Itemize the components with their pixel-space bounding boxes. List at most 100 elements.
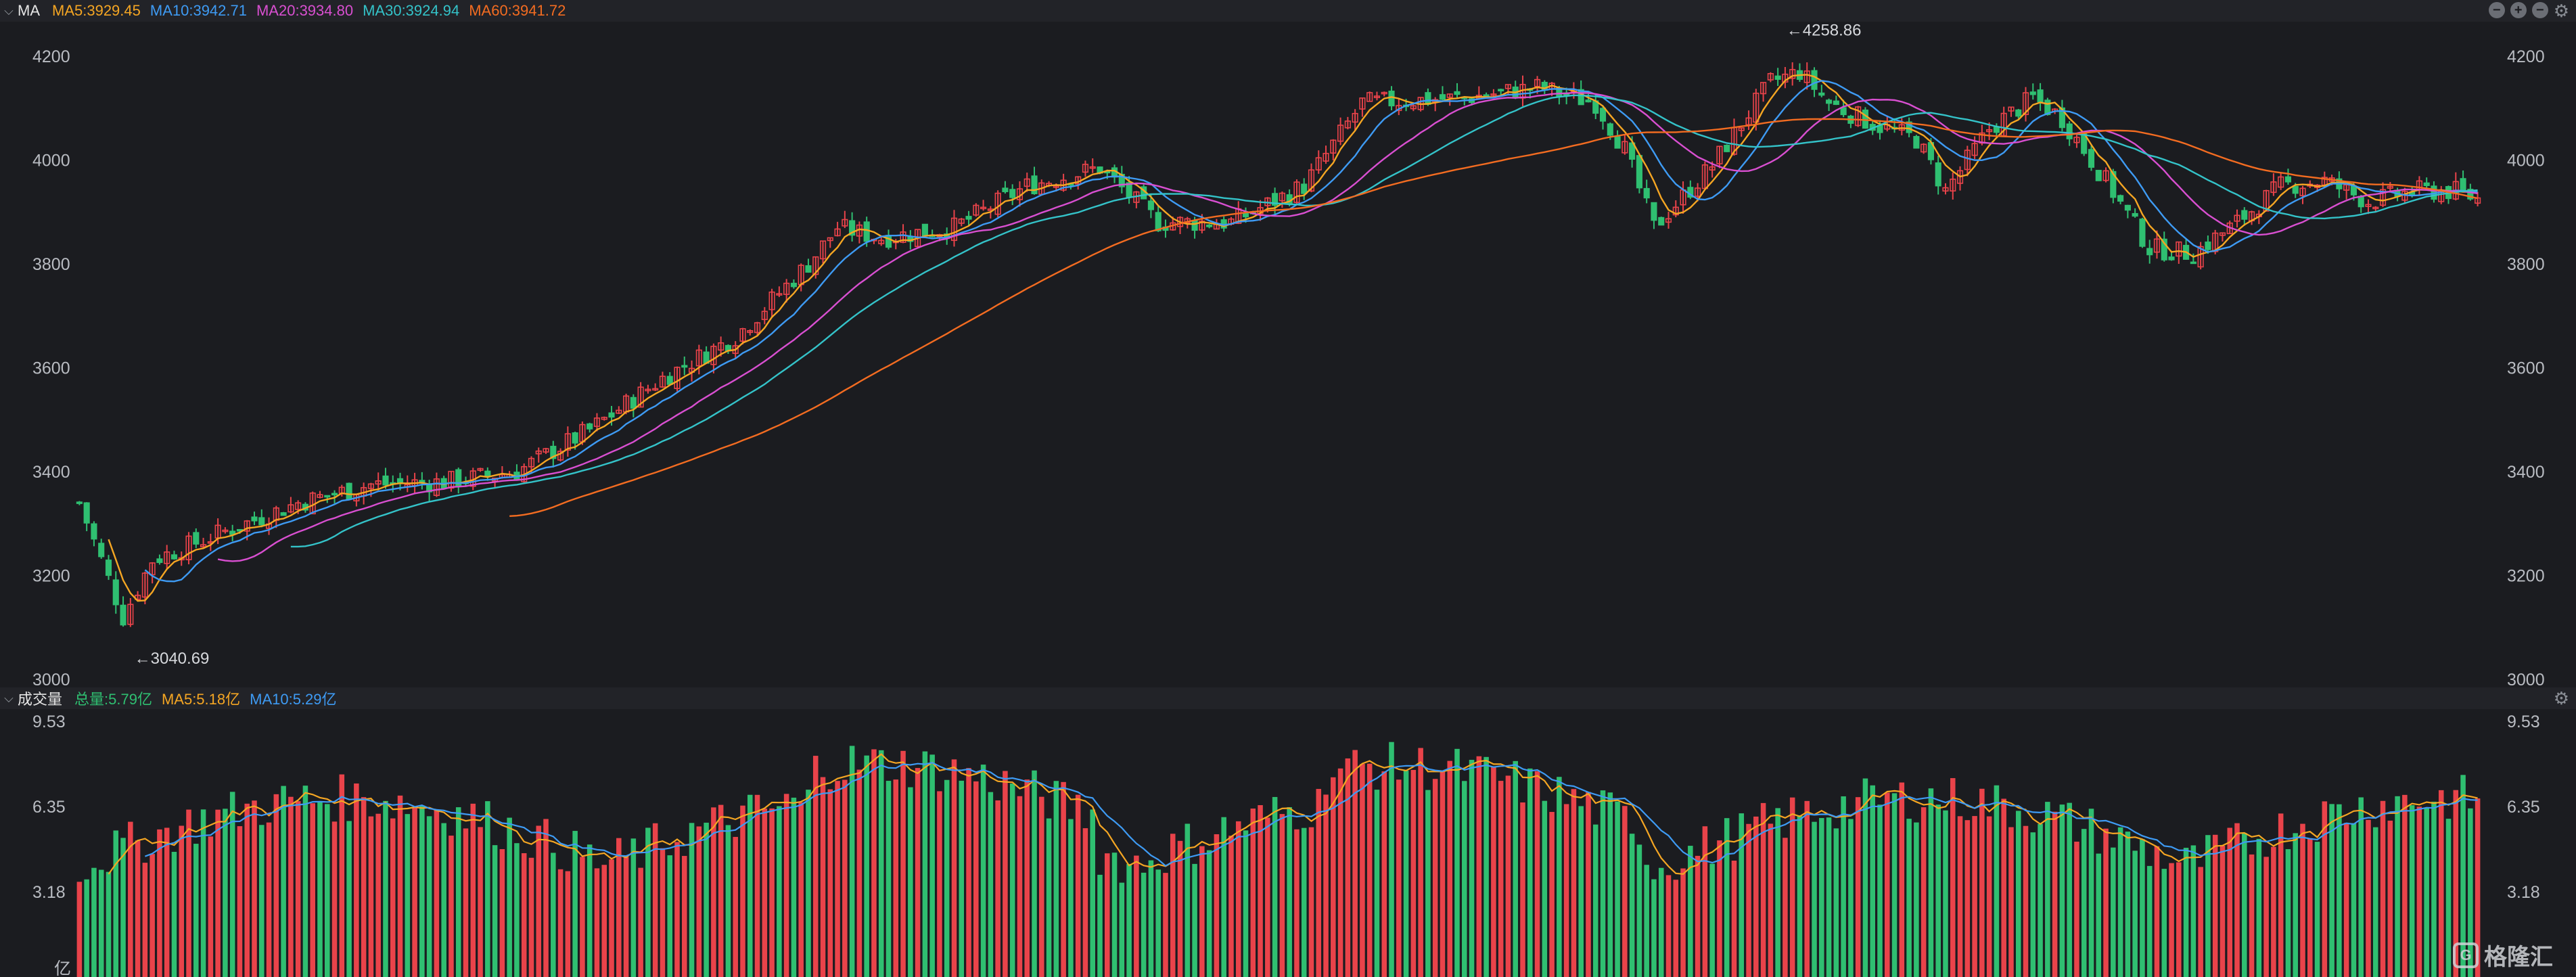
- volume-bar-up: [412, 806, 417, 977]
- volume-bar-up: [856, 769, 862, 977]
- candle-down: [1483, 94, 1490, 97]
- settings-icon[interactable]: ⚙: [2554, 2, 2569, 20]
- volume-bar-down: [1709, 863, 1715, 977]
- volume-bar-down: [1068, 819, 1074, 977]
- candle-down: [666, 376, 673, 385]
- volume-bar-down: [1615, 801, 1620, 977]
- candle-down: [2139, 219, 2146, 247]
- candle-down: [2037, 89, 2044, 103]
- settings-icon[interactable]: ⚙: [2554, 689, 2569, 707]
- volume-bar-up: [871, 749, 877, 977]
- volume-bar-down: [1469, 760, 1475, 977]
- volume-bar-down: [346, 821, 352, 977]
- volume-bar-down: [426, 816, 432, 977]
- volume-bar-up: [463, 828, 469, 977]
- candle-down: [156, 558, 163, 564]
- volume-bar-up: [215, 809, 221, 977]
- volume-bar-down: [572, 831, 578, 977]
- ma20-readout: MA20:3934.80: [256, 2, 354, 19]
- chevron-down-icon[interactable]: ⌵: [0, 691, 18, 706]
- volume-bar-up: [1396, 779, 1402, 977]
- candle-down: [1002, 187, 1009, 192]
- volume-chart[interactable]: 3.18 3.18 6.35 6.35 9.53 9.53 亿: [0, 709, 2576, 977]
- volume-bar-up: [1214, 834, 1220, 977]
- volume-bar-down: [777, 806, 782, 977]
- volume-bar-up: [1308, 827, 1314, 977]
- minimize-icon[interactable]: −: [2531, 2, 2548, 18]
- volume-bar-up: [1695, 855, 1701, 977]
- volume-bar-down: [1812, 821, 1817, 977]
- volume-bar-down: [1206, 850, 1212, 977]
- candle-down: [1425, 92, 1431, 105]
- volume-bars: [76, 742, 2481, 977]
- volume-bar-down: [2205, 835, 2211, 977]
- candle-down: [2015, 109, 2022, 117]
- volume-bar-up: [2402, 794, 2408, 977]
- volume-bar-up: [1039, 796, 1044, 977]
- volume-bar-up: [1235, 821, 1241, 977]
- volume-bar-down: [171, 852, 177, 977]
- y-tick-right: 4200: [2507, 47, 2545, 66]
- volume-bar-up: [295, 801, 301, 977]
- volume-bar-up: [1352, 750, 1358, 977]
- volume-bar-up: [2001, 798, 2006, 977]
- volume-bar-up: [1950, 778, 1956, 977]
- y-tick-right: 3000: [2507, 671, 2545, 687]
- volume-bar-up: [1622, 806, 1628, 977]
- volume-bar-up: [135, 840, 141, 977]
- indicator-name[interactable]: 成交量: [18, 687, 62, 709]
- candle-down: [76, 501, 83, 504]
- chevron-down-icon[interactable]: ⌵: [0, 4, 18, 18]
- volume-bar-up: [1345, 758, 1351, 977]
- collapse-icon[interactable]: −: [2488, 2, 2505, 18]
- y-tick-right: 3200: [2507, 566, 2545, 585]
- volume-bar-up: [470, 803, 476, 977]
- volume-bar-up: [434, 809, 440, 977]
- price-chart[interactable]: 3000 3000 3200 3200 3400 3400 3600 3600 3800 3800…: [0, 22, 2576, 687]
- volume-bar-down: [1877, 804, 1883, 977]
- volume-bar-up: [331, 821, 338, 977]
- ma60-readout: MA60:3941.72: [469, 2, 566, 19]
- volume-bar-down: [2445, 819, 2452, 977]
- candle-down: [1811, 70, 1818, 90]
- volume-bar-up: [2198, 867, 2203, 977]
- ma5-readout: MA5:3929.45: [52, 2, 141, 19]
- volume-bar-down: [1425, 790, 1431, 977]
- volume-bar-up: [361, 797, 367, 977]
- indicator-name[interactable]: MA: [18, 2, 40, 20]
- volume-bar-down: [1833, 828, 1839, 977]
- volume-bar-up: [820, 777, 826, 977]
- volume-bar-down: [1651, 879, 1657, 977]
- volume-bar-down: [1542, 800, 1548, 977]
- volume-bar-down: [2409, 805, 2415, 977]
- volume-bar-up: [288, 796, 294, 977]
- candle-down: [1935, 162, 1941, 187]
- volume-bar-up: [1789, 797, 1795, 977]
- volume-bar-up: [2154, 846, 2160, 977]
- volume-bar-up: [937, 791, 942, 977]
- volume-bar-up: [565, 871, 571, 977]
- volume-bar-up: [2074, 841, 2079, 977]
- y-tick-left: 4000: [32, 151, 70, 170]
- volume-bar-up: [2176, 862, 2182, 977]
- candle-down: [346, 482, 352, 500]
- candle-down: [331, 493, 338, 496]
- candle-down: [1191, 220, 1198, 231]
- volume-bar-up: [1768, 823, 1774, 977]
- add-icon[interactable]: +: [2510, 2, 2527, 18]
- volume-bar-up: [76, 882, 83, 977]
- gelonghui-logo-icon: G: [2453, 942, 2479, 968]
- candle-down: [98, 543, 105, 558]
- candle-down: [83, 502, 90, 524]
- volume-bar-down: [2293, 833, 2298, 977]
- volume-bar-down: [1592, 824, 1598, 977]
- volume-bar-up: [1082, 828, 1088, 977]
- ma-line-ma30: [290, 94, 2478, 548]
- volume-bar-down: [1935, 804, 1941, 977]
- volume-bar-up: [733, 836, 738, 977]
- volume-bar-up: [2008, 827, 2014, 977]
- vol-ma5-readout: MA5:5.18亿: [161, 691, 241, 708]
- candle-down: [1388, 90, 1395, 107]
- volume-bar-up: [1899, 782, 1905, 977]
- candle-down: [1774, 75, 1781, 80]
